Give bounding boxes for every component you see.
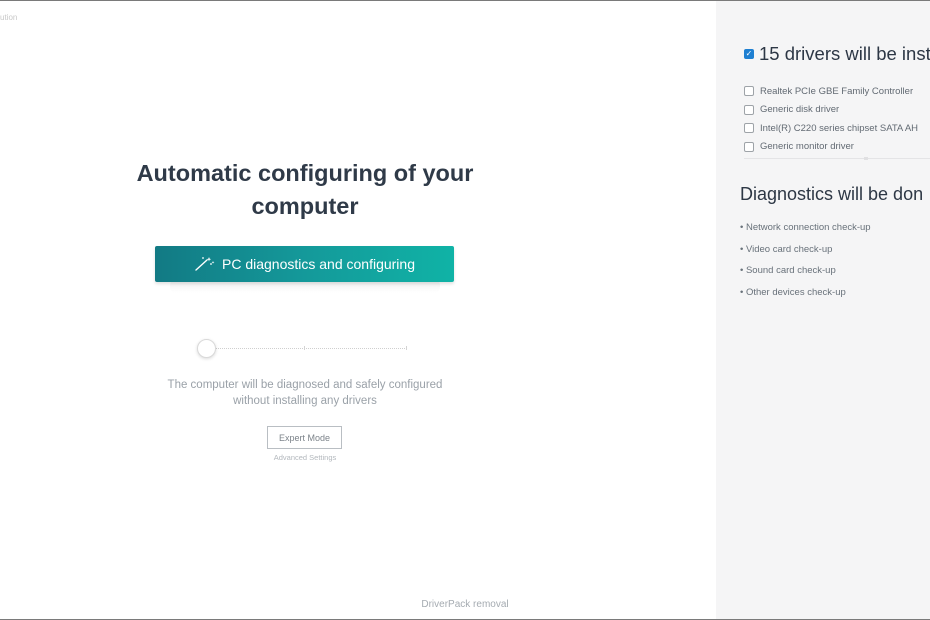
list-item: • Other devices check-up [740, 286, 846, 298]
driver-checkbox[interactable] [744, 104, 754, 115]
list-item: Generic disk driver [744, 101, 918, 120]
list-item: • Sound card check-up [740, 265, 836, 276]
list-item: Generic monitor driver [744, 138, 918, 157]
slider-tick [304, 346, 305, 350]
expert-mode-button[interactable]: Expert Mode [267, 426, 342, 449]
diagnostics-list: • Network connection check-up • Video ca… [740, 222, 871, 308]
page-title: Automatic configuring of your computer [136, 160, 474, 219]
driver-label: Realtek PCIe GBE Family Controller [760, 85, 914, 97]
pc-diagnostics-button[interactable]: PC diagnostics and configuring [155, 246, 454, 282]
slider-track [209, 348, 407, 349]
driver-checkbox[interactable] [744, 86, 754, 97]
mode-slider[interactable] [197, 339, 409, 359]
driver-label: Generic monitor driver [760, 141, 854, 153]
check-icon[interactable]: ✓ [744, 49, 754, 59]
diagnostics-heading: Diagnostics will be don [740, 184, 924, 204]
summary-sidebar: ✓ 15 drivers will be insta Realtek PCIe … [716, 1, 930, 619]
magic-wand-icon [195, 257, 215, 271]
driver-label: Generic disk driver [760, 104, 840, 116]
list-item: Realtek PCIe GBE Family Controller [744, 82, 918, 101]
driver-label: Intel(R) C220 series chipset SATA AH [760, 122, 919, 134]
slider-handle[interactable] [197, 339, 216, 358]
main-panel: Automatic configuring of your computer P… [0, 1, 716, 619]
list-item: • Video card check-up [740, 243, 833, 255]
driver-checkbox[interactable] [744, 123, 754, 134]
pc-diagnostics-button-label: PC diagnostics and configuring [221, 256, 415, 272]
driverpack-removal-link[interactable]: DriverPack removal [390, 599, 540, 610]
mode-description: The computer will be diagnosed and safel… [167, 379, 443, 407]
driver-list: Realtek PCIe GBE Family Controller Gener… [744, 82, 918, 156]
advanced-settings-link[interactable]: Advanced Settings [255, 453, 355, 462]
drivers-heading-text: 15 drivers will be insta [759, 43, 930, 64]
list-item: Intel(R) C220 series chipset SATA AH [744, 119, 918, 138]
drivers-heading: ✓ 15 drivers will be insta [744, 43, 930, 65]
divider [744, 158, 930, 159]
divider-notch [864, 157, 868, 160]
list-item: • Network connection check-up [740, 222, 871, 233]
slider-tick [406, 346, 407, 350]
driver-checkbox[interactable] [744, 141, 754, 152]
